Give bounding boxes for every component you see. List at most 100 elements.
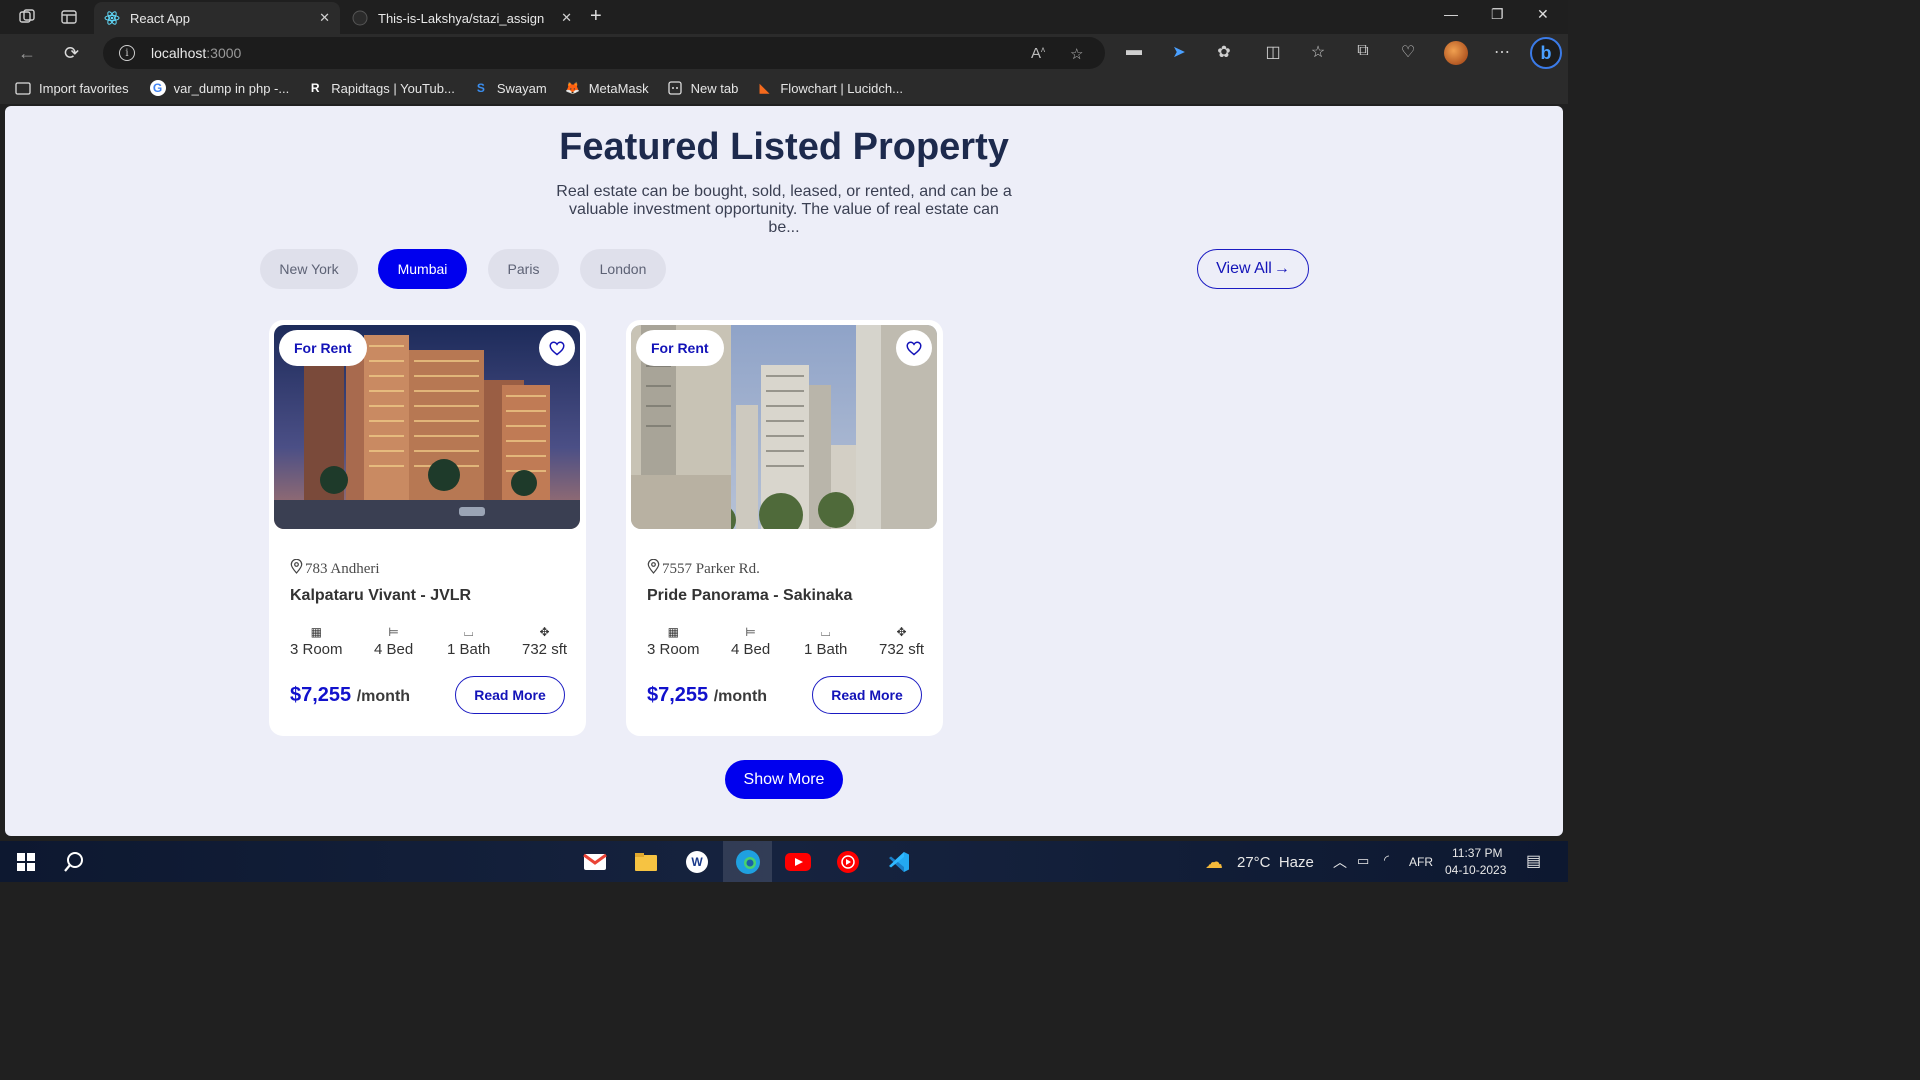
newtab-icon [667,80,683,96]
youtube-icon[interactable] [785,849,811,875]
restore-icon[interactable]: ❐ [1491,6,1504,23]
address-text: 7557 Parker Rd. [662,560,760,577]
read-aloud-icon[interactable]: Aʌ [1031,45,1045,62]
fav-swayam[interactable]: S Swayam [473,80,547,96]
building-icon: ▦ [310,625,322,639]
back-icon[interactable]: ← [18,43,36,64]
favorite-star-icon[interactable]: ☆ [1070,45,1083,63]
rapidtags-icon: R [310,81,320,95]
location-pin-icon [647,558,660,579]
fav-import[interactable]: Import favorites [15,80,129,96]
profile-avatar[interactable] [1444,41,1468,65]
heart-icon[interactable] [539,330,575,366]
clock-date[interactable]: 04-10-2023 [1445,863,1506,877]
wifi-icon[interactable]: ◜ [1384,852,1389,868]
edge-icon[interactable] [723,841,772,882]
read-more-button[interactable]: Read More [455,676,565,714]
city-tab-london[interactable]: London [580,249,666,289]
gmail-icon[interactable] [582,849,608,875]
building-icon: ▦ [667,625,679,639]
bed-icon: ⊨ [745,625,756,639]
close-tab-icon[interactable]: ✕ [561,10,572,26]
fav-metamask[interactable]: 🦊 MetaMask [565,80,648,96]
baths-label: 1 Bath [447,641,491,658]
show-hidden-icons[interactable]: ︿ [1333,852,1347,872]
new-tab-button[interactable]: + [590,5,602,28]
city-tab-new-york[interactable]: New York [260,249,358,289]
tab-title: React App [130,10,190,26]
google-icon: G [149,80,166,96]
battery-icon[interactable]: ▭ [1357,853,1369,869]
fav-var-dump[interactable]: G var_dump in php -... [149,80,290,96]
area-label: 732 sft [522,641,568,658]
city-tab-paris[interactable]: Paris [488,249,559,289]
react-icon [104,10,120,26]
extensions-icon[interactable]: ✿ [1213,42,1235,62]
favorites-icon[interactable]: ☆ [1307,42,1329,62]
for-rent-badge: For Rent [279,330,367,366]
fav-label: var_dump in php -... [173,80,290,96]
clock-time[interactable]: 11:37 PM [1452,846,1502,860]
area-arrows-icon: ✥ [539,625,550,639]
location-pin-icon [290,558,303,579]
price-value: $7,255 [647,684,709,706]
more-icon[interactable]: ⋯ [1491,42,1513,62]
fav-label: Rapidtags | YouTub... [331,80,455,96]
cursor-icon[interactable]: ➤ [1168,42,1190,62]
fav-lucid[interactable]: ◣ Flowchart | Lucidch... [756,80,903,96]
bath-icon: ⌴ [820,625,831,639]
baths-feature: ⌴ 1 Bath [804,626,847,658]
read-more-button[interactable]: Read More [812,676,922,714]
tab-github[interactable]: This-is-Lakshya/stazi_assign ✕ [342,2,582,34]
area-arrows-icon: ✥ [896,625,907,639]
area-feature: ✥ 732 sft [522,626,567,658]
fav-rapidtags[interactable]: R Rapidtags | YouTub... [307,80,455,96]
youtube-music-icon[interactable] [835,849,861,875]
city-tab-mumbai[interactable]: Mumbai [378,249,467,289]
property-name: Kalpataru Vivant - JVLR [290,587,472,604]
page-title: Featured Listed Property [559,126,1009,168]
fav-label: Swayam [496,80,547,96]
vscode-icon[interactable] [886,849,912,875]
property-card: For Rent 783 Andheri Kalpataru Vivant - … [269,320,586,736]
view-all-button[interactable]: View All → [1197,249,1309,289]
property-address: 783 Andheri [290,558,380,579]
workspaces-icon[interactable] [13,3,41,31]
app-w-icon[interactable]: W [684,849,710,875]
tab-react-app[interactable]: React App ✕ [94,2,340,34]
file-explorer-icon[interactable] [633,849,659,875]
minimize-icon[interactable]: — [1444,6,1458,22]
beds-feature: ⊨ 4 Bed [374,626,413,658]
show-more-button[interactable]: Show More [725,760,843,799]
lucid-icon: ◣ [759,81,769,95]
refresh-icon[interactable]: ⟳ [64,43,79,64]
language-indicator[interactable]: AFR [1409,855,1433,869]
rooms-label: 3 Room [647,641,700,658]
bing-icon[interactable]: b [1530,37,1562,69]
split-screen-icon[interactable]: ◫ [1262,42,1284,62]
price-value: $7,255 [290,684,352,706]
close-window-icon[interactable]: ✕ [1537,6,1549,23]
weather-icon[interactable]: ☁ [1205,852,1223,873]
address-text: 783 Andheri [305,560,380,577]
collections-icon[interactable]: ⧉ [1352,42,1374,60]
windows-start-icon[interactable] [13,849,39,875]
property-name: Pride Panorama - Sakinaka [647,587,853,604]
performance-icon[interactable]: ♡ [1397,42,1419,62]
svg-text:W: W [691,855,703,869]
beds-feature: ⊨ 4 Bed [731,626,770,658]
site-info-icon[interactable]: i [119,45,135,61]
notifications-icon[interactable]: ▤ [1526,851,1541,871]
property-price: $7,255 /month [290,684,410,707]
tab-title: This-is-Lakshya/stazi_assign [378,10,545,26]
search-icon[interactable] [61,849,87,875]
close-tab-icon[interactable]: ✕ [319,10,330,26]
fav-newtab[interactable]: New tab [667,80,738,96]
address-bar: ← ⟳ i localhost:3000 Aʌ ☆ [0,34,1568,72]
tab-actions-icon[interactable] [55,3,83,31]
weather-text[interactable]: 27°C Haze [1237,854,1314,871]
heart-icon[interactable] [896,330,932,366]
area-feature: ✥ 732 sft [879,626,924,658]
url-field[interactable]: i localhost:3000 Aʌ ☆ [103,37,1105,69]
screen-icon[interactable]: ▬ [1123,42,1145,60]
